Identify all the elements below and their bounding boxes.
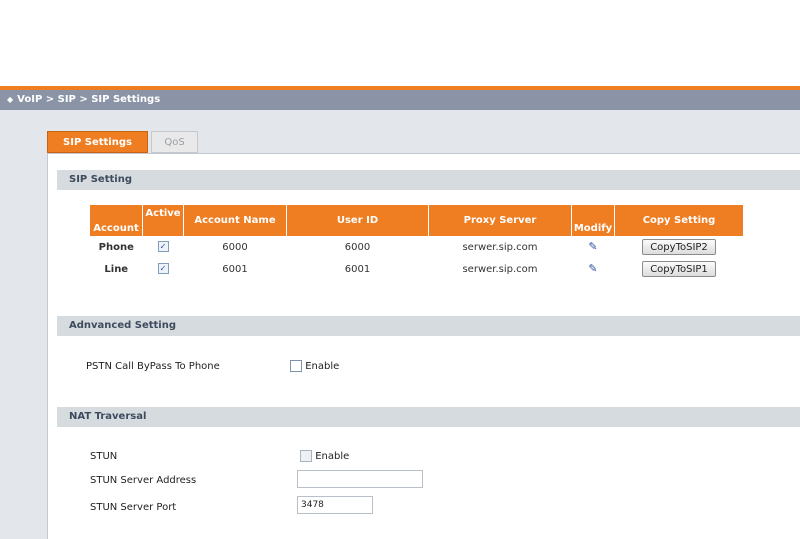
cell-account: Line [104,263,129,275]
cell-account: Phone [98,241,134,253]
stun-server-port-input[interactable]: 3478 [297,496,373,514]
cell-account-name: 6001 [222,263,248,275]
cell-active: ✓ [143,236,184,258]
stun-enable-checkbox[interactable] [300,450,312,462]
col-user-id: User ID [286,205,429,236]
cell-active: ✓ [143,258,184,280]
pstn-enable-group: Enable [290,360,339,372]
stun-enable-group: Enable [300,450,349,462]
edit-pencil-icon[interactable]: ✎ [587,241,599,253]
table-header-row: Account Active Account Name User ID Prox… [90,205,744,236]
cell-copy: CopyToSIP1 [615,258,744,280]
col-copy-setting: Copy Setting [614,205,744,236]
breadcrumb: ◆ VoIP > SIP > SIP Settings [0,90,800,110]
stun-server-address-input[interactable] [297,470,423,488]
accounts-table: Account Active Account Name User ID Prox… [90,205,744,280]
pstn-bypass-label: PSTN Call ByPass To Phone [86,361,220,372]
active-checkbox[interactable]: ✓ [157,263,169,275]
stun-server-port-label: STUN Server Port [90,502,177,513]
section-advanced-setting: Adnvanced Setting [57,316,800,336]
tab-sip-settings[interactable]: SIP Settings [47,131,148,153]
copy-to-sip2-button[interactable]: CopyToSIP2 [642,239,716,255]
cell-account-name: 6000 [222,241,248,253]
tab-qos[interactable]: QoS [151,131,198,153]
bullet-icon: ◆ [7,95,14,104]
stun-enable-label: Enable [315,451,350,462]
cell-modify: ✎ [572,236,615,258]
copy-to-sip1-button[interactable]: CopyToSIP1 [642,261,716,277]
col-account-name: Account Name [183,205,287,236]
stun-server-address-label: STUN Server Address [90,475,197,486]
col-modify: Modify [571,205,615,236]
pstn-enable-checkbox[interactable] [290,360,302,372]
table-row: Phone ✓ 6000 6000 serwer.sip.com ✎ CopyT… [90,236,744,258]
breadcrumb-text: VoIP > SIP > SIP Settings [17,94,161,105]
active-checkbox[interactable]: ✓ [157,241,169,253]
col-active: Active [142,205,184,236]
col-account: Account [90,205,143,236]
col-proxy-server: Proxy Server [428,205,572,236]
section-nat-traversal: NAT Traversal [57,407,800,427]
cell-proxy-server: serwer.sip.com [462,241,538,253]
cell-user-id: 6000 [344,241,371,253]
edit-pencil-icon[interactable]: ✎ [587,263,599,275]
table-row: Line ✓ 6001 6001 serwer.sip.com ✎ CopyTo… [90,258,744,280]
pstn-enable-label: Enable [305,361,340,372]
cell-copy: CopyToSIP2 [615,236,744,258]
cell-user-id: 6001 [344,263,371,275]
cell-modify: ✎ [572,258,615,280]
cell-proxy-server: serwer.sip.com [462,263,538,275]
section-sip-setting: SIP Setting [57,170,800,190]
stun-label: STUN [90,451,118,462]
